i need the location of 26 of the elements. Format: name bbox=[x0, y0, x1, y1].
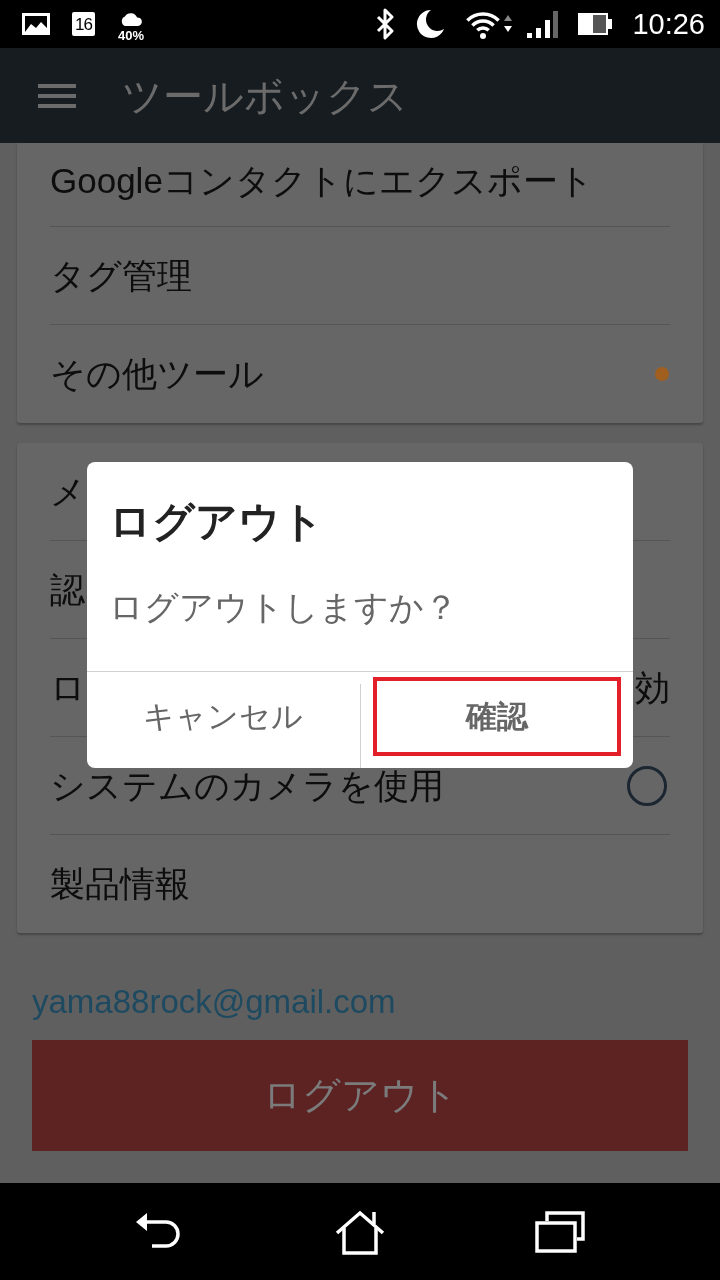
battery-icon bbox=[577, 12, 614, 36]
signal-icon bbox=[526, 10, 560, 38]
menu-item-label[interactable]: タグ管理 bbox=[50, 253, 192, 298]
menu-item-label[interactable]: Googleコンタクトにエクスポート bbox=[50, 158, 594, 203]
menu-item-label[interactable]: 製品情報 bbox=[50, 862, 190, 906]
menu-item-label[interactable]: その他ツール bbox=[50, 352, 264, 396]
checkbox[interactable] bbox=[627, 765, 667, 806]
menu-icon[interactable] bbox=[38, 82, 76, 109]
menu-item-label[interactable]: システムのカメラを使用 bbox=[50, 763, 444, 808]
dialog-message: ログアウトしますか？ bbox=[109, 587, 458, 628]
menu-item-label[interactable]: 認 bbox=[50, 567, 85, 612]
confirm-button[interactable]: 確認 bbox=[372, 677, 621, 756]
home-icon[interactable] bbox=[334, 1208, 386, 1255]
app-title: ツールボックス bbox=[122, 72, 408, 120]
logout-button[interactable]: ログアウト bbox=[32, 1040, 688, 1151]
setting-value: 効 bbox=[635, 666, 670, 709]
recents-icon[interactable] bbox=[535, 1210, 585, 1253]
clock-time: 10:26 bbox=[632, 7, 705, 41]
dialog-title: ログアウト bbox=[109, 498, 324, 546]
account-email: yama88rock@gmail.com bbox=[32, 982, 396, 1022]
precipitation-label: 40% bbox=[118, 27, 145, 43]
menu-item-label[interactable]: メ bbox=[50, 469, 86, 514]
moon-icon bbox=[414, 8, 447, 40]
menu-item-label[interactable]: ロ bbox=[50, 665, 86, 710]
calendar-day-label: 16 bbox=[72, 12, 95, 36]
image-icon bbox=[22, 13, 50, 35]
